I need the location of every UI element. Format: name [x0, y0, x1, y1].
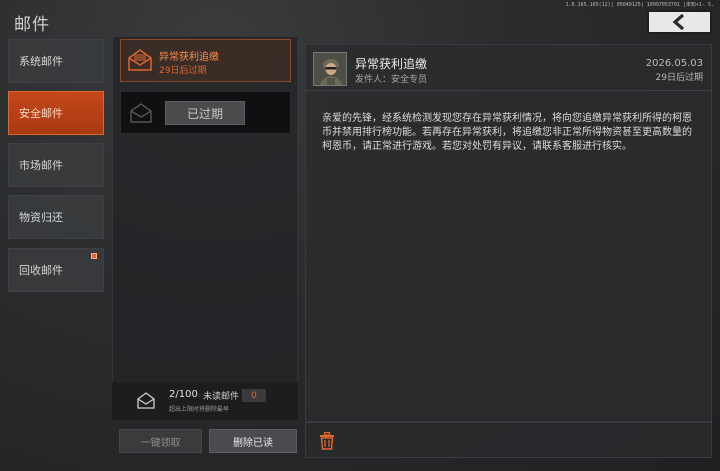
- category-recycle-mail[interactable]: 回收邮件: [8, 248, 104, 292]
- mail-item-expiry: 29日后过期: [159, 66, 207, 76]
- category-system-mail[interactable]: 系统邮件: [8, 39, 104, 83]
- mail-item-title: 异常获利追缴: [159, 52, 219, 63]
- unread-label: 未读邮件: [203, 392, 240, 402]
- category-label: 市场邮件: [19, 159, 63, 172]
- category-label: 回收邮件: [19, 264, 63, 277]
- sender-avatar: [313, 52, 347, 86]
- page-title: 邮件: [14, 15, 50, 35]
- trash-icon: [320, 432, 334, 450]
- category-label: 安全邮件: [19, 107, 63, 120]
- delete-mail-button[interactable]: [316, 431, 338, 451]
- claim-all-button[interactable]: 一键领取: [119, 429, 202, 453]
- envelope-open-icon: [128, 49, 152, 71]
- category-market-mail[interactable]: 市场邮件: [8, 143, 104, 187]
- divider: [305, 90, 712, 91]
- envelope-open-icon: [130, 103, 152, 123]
- mail-title: 异常获利追缴: [355, 57, 428, 71]
- category-label: 系统邮件: [19, 55, 63, 68]
- category-label: 物资归还: [19, 211, 63, 224]
- delete-read-button[interactable]: 删除已读: [209, 429, 297, 453]
- category-supply-return[interactable]: 物资归还: [8, 195, 104, 239]
- category-security-mail[interactable]: 安全邮件: [8, 91, 104, 135]
- detail-footer: [305, 422, 712, 458]
- back-button[interactable]: [647, 10, 712, 34]
- soldier-portrait-icon: [314, 53, 346, 85]
- mail-date: 2026.05.03: [645, 58, 703, 69]
- expired-stamp: 已过期: [165, 101, 245, 125]
- mail-count: 2/100: [169, 389, 198, 400]
- mail-detail-panel: [305, 44, 712, 422]
- mail-expiry: 29日后过期: [655, 73, 703, 83]
- mail-item-selected[interactable]: 异常获利追缴 29日后过期: [120, 39, 291, 82]
- version-info: 1.0.165.165(12)| 05040125| 10997053701 |…: [565, 2, 714, 8]
- chevron-left-icon: [672, 14, 684, 30]
- mail-body: 亲爱的先锋，经系统检测发现您存在异常获利情况，将向您追缴异常获利所得的柯恩币并禁…: [322, 113, 692, 152]
- new-badge: [91, 253, 97, 259]
- mail-stack-icon: [137, 392, 155, 409]
- limit-note: 超出上限时将删除最早: [169, 406, 230, 413]
- unread-count: 0: [242, 389, 266, 402]
- mail-sender: 发件人：安全专员: [355, 75, 428, 85]
